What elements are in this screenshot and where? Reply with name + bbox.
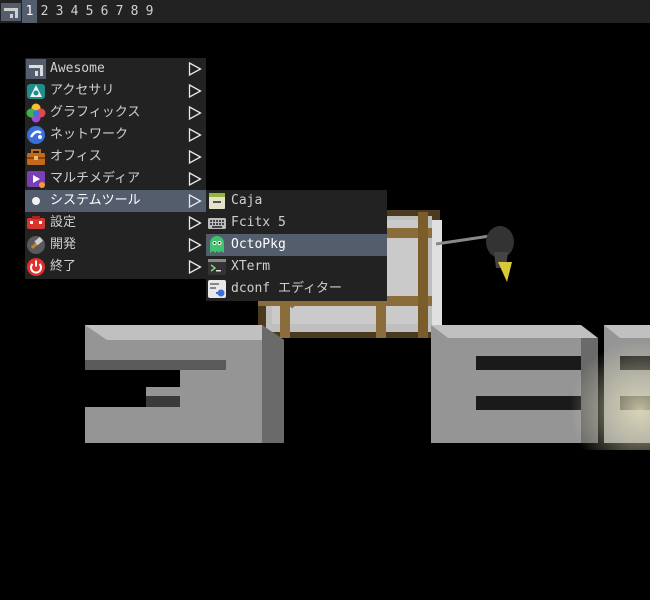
- main-menu: Awesome アクセサリグラフィックス ネットワーク オフィスマルチメディア システム…: [25, 58, 206, 279]
- menu-item-label: XTerm: [231, 259, 271, 274]
- terminal-icon: [206, 256, 228, 278]
- development-icon: [25, 234, 47, 256]
- menu-item-label: 設定: [50, 215, 77, 230]
- octopkg-icon: [206, 234, 228, 256]
- menu-item-label: Fcitx 5: [231, 215, 286, 230]
- menu-item-label: Awesome: [50, 61, 105, 76]
- system-tools-submenu: Caja Fcitx 5 OctoPkg XTerm dconf エディター: [206, 190, 387, 301]
- menu-item-dconf-editor[interactable]: dconf エディター: [206, 278, 387, 300]
- menu-item-graphics[interactable]: グラフィックス: [25, 102, 206, 124]
- awesome-icon: [25, 58, 47, 80]
- taglist: 123456789: [22, 0, 157, 23]
- menu-item-awesome[interactable]: Awesome: [25, 58, 206, 80]
- menu-item-power[interactable]: 終了: [25, 256, 206, 278]
- accessories-icon: [25, 80, 47, 102]
- menu-item-settings[interactable]: 設定: [25, 212, 206, 234]
- tag-8[interactable]: 8: [127, 0, 142, 23]
- top-wibar: 123456789: [0, 0, 650, 23]
- dconf-editor-icon: [206, 278, 228, 300]
- settings-icon: [25, 212, 47, 234]
- menu-item-development[interactable]: 開発: [25, 234, 206, 256]
- file-manager-icon: [206, 190, 228, 212]
- menu-item-label: dconf エディター: [231, 281, 343, 296]
- awesome-launcher-icon[interactable]: [0, 0, 22, 23]
- graphics-icon: [25, 102, 47, 124]
- office-icon: [25, 146, 47, 168]
- tag-4[interactable]: 4: [67, 0, 82, 23]
- menu-item-octopkg[interactable]: OctoPkg: [206, 234, 387, 256]
- tag-2[interactable]: 2: [37, 0, 52, 23]
- tag-3[interactable]: 3: [52, 0, 67, 23]
- menu-item-file-manager[interactable]: Caja: [206, 190, 387, 212]
- submenu-arrow-icon: [188, 259, 202, 282]
- menu-item-label: アクセサリ: [50, 83, 115, 98]
- menu-item-keyboard[interactable]: Fcitx 5: [206, 212, 387, 234]
- menu-item-multimedia[interactable]: マルチメディア: [25, 168, 206, 190]
- menu-item-label: 開発: [50, 237, 77, 252]
- menu-item-label: OctoPkg: [231, 237, 286, 252]
- menu-item-accessories[interactable]: アクセサリ: [25, 80, 206, 102]
- tag-7[interactable]: 7: [112, 0, 127, 23]
- menu-item-system-tools[interactable]: システムツール: [25, 190, 206, 212]
- menu-item-label: オフィス: [50, 149, 102, 164]
- network-icon: [25, 124, 47, 146]
- menu-item-label: 終了: [50, 259, 77, 274]
- menu-item-terminal[interactable]: XTerm: [206, 256, 387, 278]
- keyboard-icon: [206, 212, 228, 234]
- menu-item-office[interactable]: オフィス: [25, 146, 206, 168]
- menu-item-label: Caja: [231, 193, 263, 208]
- system-tools-icon: [25, 190, 47, 212]
- menu-item-label: マルチメディア: [50, 171, 141, 186]
- tag-1[interactable]: 1: [22, 0, 37, 23]
- tag-6[interactable]: 6: [97, 0, 112, 23]
- tag-9[interactable]: 9: [142, 0, 157, 23]
- tag-5[interactable]: 5: [82, 0, 97, 23]
- multimedia-icon: [25, 168, 47, 190]
- menu-item-label: ネットワーク: [50, 127, 129, 142]
- menu-item-label: システムツール: [50, 193, 141, 208]
- power-icon: [25, 256, 47, 278]
- menu-item-label: グラフィックス: [50, 105, 141, 120]
- menu-item-network[interactable]: ネットワーク: [25, 124, 206, 146]
